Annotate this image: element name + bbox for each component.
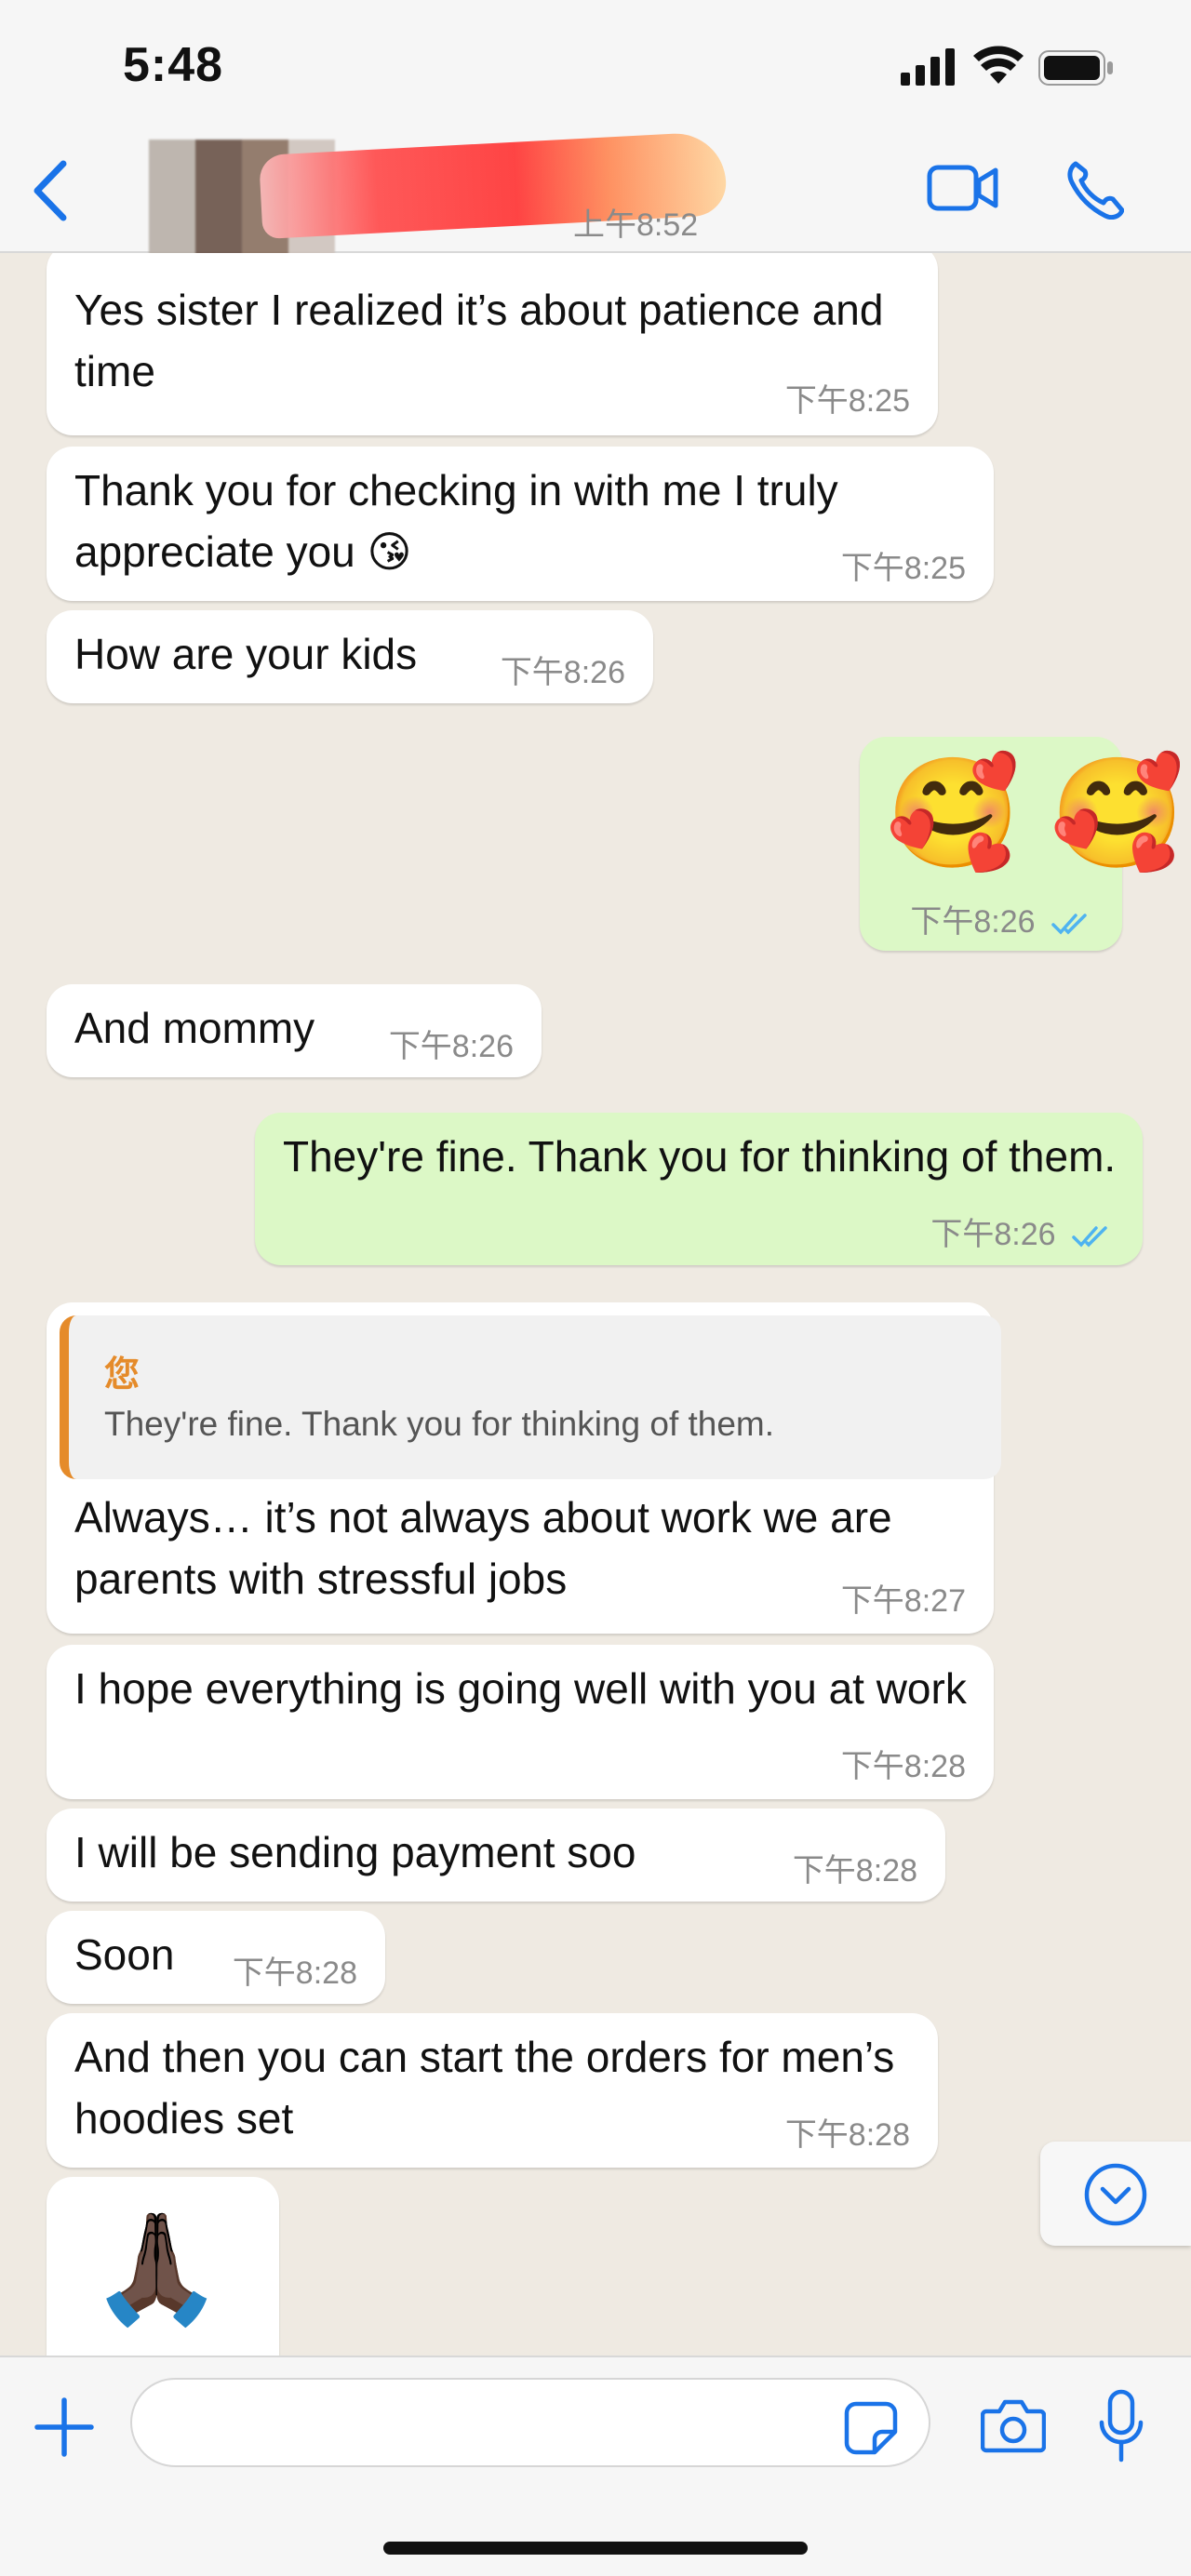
last-seen: 上午8:52 (573, 207, 699, 243)
message-bubble-incoming[interactable]: Thank you for checking in with me I trul… (47, 447, 994, 601)
message-time: 下午8:26 (388, 1029, 514, 1064)
message-text: Soon (74, 1930, 175, 1979)
message-text: Thank you for checking in with me I trul… (74, 466, 838, 576)
message-time: 下午8:28 (840, 1749, 966, 1784)
message-bubble-incoming[interactable]: And mommy 下午8:26 (47, 984, 542, 1077)
message-bubble-outgoing[interactable]: 🥰 🥰 下午8:26 (860, 737, 1184, 951)
mic-icon[interactable] (1098, 2389, 1144, 2463)
message-time: 下午8:28 (792, 1853, 917, 1889)
back-chevron-icon[interactable] (32, 160, 69, 221)
message-bubble-incoming[interactable]: How are your kids 下午8:26 (47, 610, 653, 703)
message-text: I hope everything is going well with you… (74, 1664, 967, 1713)
message-time: 下午8:25 (784, 383, 910, 419)
message-bubble-outgoing[interactable]: They're fine. Thank you for thinking of … (255, 1113, 1143, 1265)
sticker-icon[interactable] (843, 2400, 899, 2456)
camera-icon[interactable] (981, 2396, 1046, 2454)
message-input[interactable] (130, 2378, 930, 2467)
message-emoji: 🥰 🥰 (886, 753, 1185, 874)
message-bubble-incoming[interactable]: 🙏🏿 (47, 2177, 279, 2356)
video-camera-icon[interactable] (927, 162, 999, 214)
message-time-text: 下午8:26 (930, 1217, 1056, 1252)
message-text: How are your kids (74, 630, 418, 678)
composer-bar (0, 2356, 1191, 2576)
message-text: Always… it’s not always about work we ar… (74, 1493, 892, 1603)
quote-text: They're fine. Thank you for thinking of … (104, 1405, 775, 1443)
message-bubble-incoming-reply[interactable]: 您 They're fine. Thank you for thinking o… (47, 1302, 1001, 1634)
message-bubble-incoming[interactable]: I will be sending payment soo 下午8:28 (47, 1809, 945, 1902)
double-check-icon (1051, 914, 1087, 935)
battery-icon (1038, 50, 1113, 86)
plus-icon[interactable] (33, 2396, 95, 2458)
message-text: And mommy (74, 1004, 315, 1052)
wifi-icon (973, 46, 1024, 84)
message-time: 下午8:28 (232, 1955, 357, 1991)
double-check-icon (1072, 1226, 1107, 1248)
status-bar: 5:48 (0, 0, 1191, 130)
home-indicator (383, 2542, 808, 2555)
message-time: 下午8:26 (930, 1208, 1118, 1254)
message-time: 下午8:28 (784, 2117, 910, 2153)
quote-author: 您 (104, 1355, 141, 1395)
message-time: 下午8:27 (840, 1583, 966, 1619)
status-time: 5:48 (123, 38, 224, 92)
message-time: 下午8:26 (500, 655, 625, 690)
message-text: I will be sending payment soo (74, 1828, 636, 1876)
message-bubble-incoming[interactable]: I hope everything is going well with you… (47, 1645, 994, 1799)
scroll-to-bottom-button[interactable] (1040, 2142, 1191, 2246)
message-time-text: 下午8:26 (910, 904, 1036, 940)
message-list[interactable]: Yes sister I realized it’s about patienc… (0, 253, 1191, 2356)
message-time: 下午8:25 (840, 551, 966, 586)
message-emoji: 🙏🏿 (89, 2208, 224, 2329)
signal-icon (901, 48, 955, 86)
message-bubble-incoming[interactable]: Soon 下午8:28 (47, 1911, 385, 2004)
message-text: They're fine. Thank you for thinking of … (283, 1132, 1117, 1181)
quoted-message[interactable]: 您 They're fine. Thank you for thinking o… (60, 1315, 1001, 1479)
message-bubble-incoming[interactable]: Yes sister I realized it’s about patienc… (47, 253, 938, 435)
message-bubble-incoming[interactable]: And then you can start the orders for me… (47, 2013, 938, 2168)
phone-icon[interactable] (1066, 158, 1124, 220)
message-time: 下午8:26 (910, 896, 1098, 941)
chat-header: 上午8:52 (0, 130, 1191, 270)
scroll-down-icon (1084, 2163, 1147, 2226)
